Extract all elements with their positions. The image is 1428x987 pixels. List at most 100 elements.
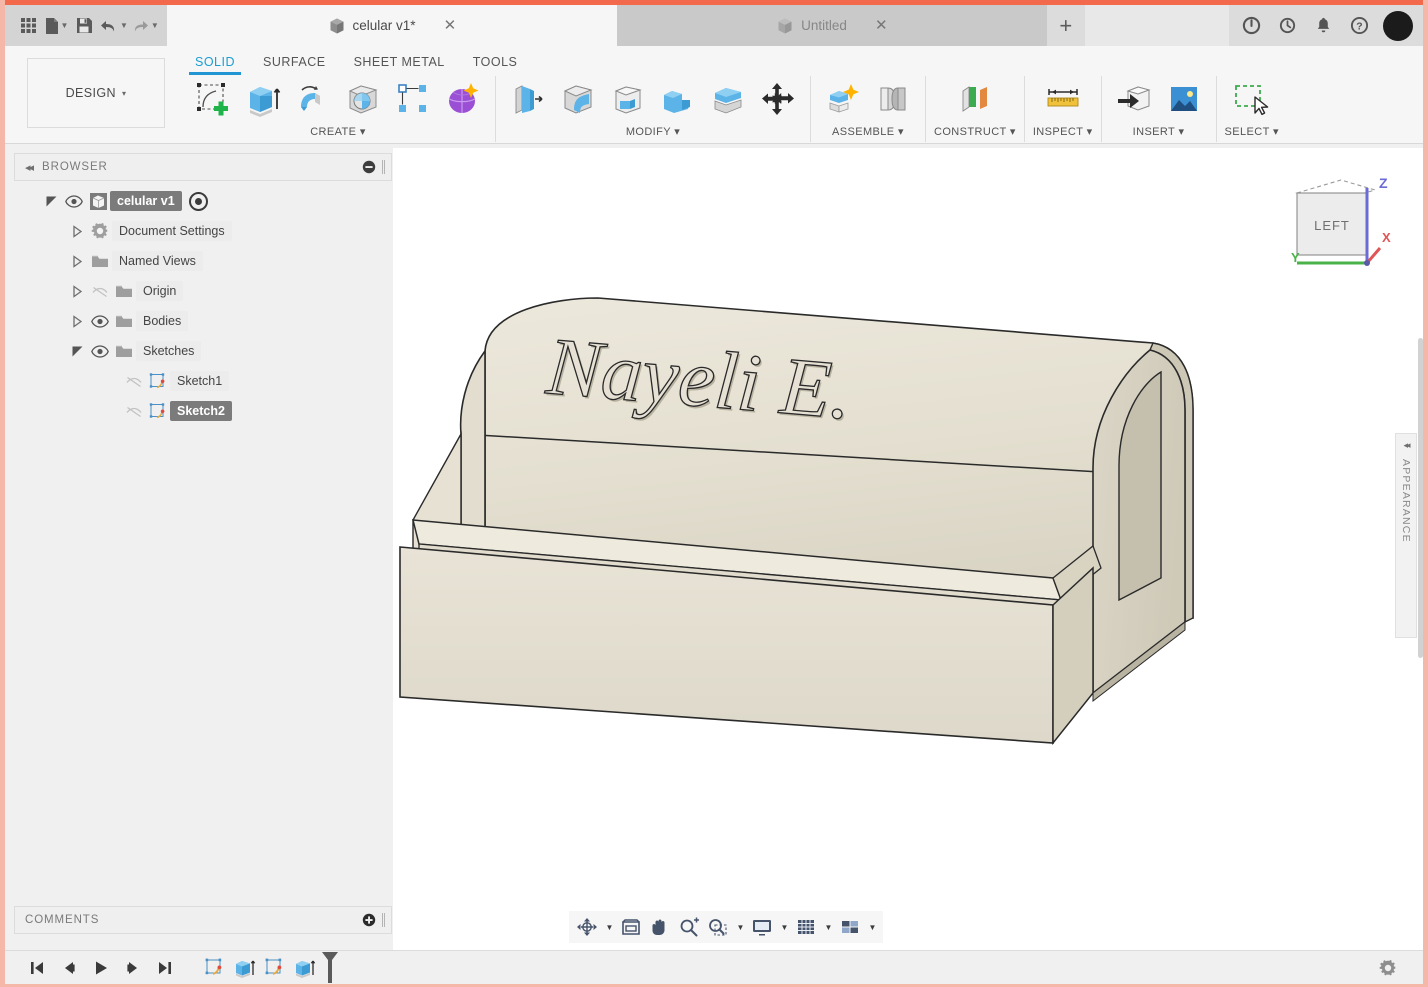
form-icon[interactable]: [439, 76, 487, 122]
document-tab-untitled[interactable]: Untitled ✕: [616, 5, 1047, 46]
grid-snaps-caret-icon[interactable]: ▼: [821, 913, 835, 941]
insert-derive-icon[interactable]: [1110, 76, 1158, 122]
job-status-icon[interactable]: [1235, 10, 1267, 42]
offset-plane-icon[interactable]: [951, 76, 999, 122]
zoom-window-icon[interactable]: [704, 913, 732, 941]
orbit-caret-icon[interactable]: ▼: [602, 913, 616, 941]
ribbon-panel-select-label[interactable]: SELECT ▾: [1225, 125, 1279, 138]
close-icon[interactable]: ✕: [444, 18, 457, 33]
tree-node-document-settings-label[interactable]: Document Settings: [112, 221, 232, 241]
expander-collapsed-icon[interactable]: [66, 254, 88, 268]
joint-icon[interactable]: [869, 76, 917, 122]
viewport-scrollbar[interactable]: [1417, 148, 1423, 950]
expander-collapsed-icon[interactable]: [66, 284, 88, 298]
ribbon-panel-inspect-label[interactable]: INSPECT ▾: [1033, 125, 1093, 138]
press-pull-icon[interactable]: [504, 76, 552, 122]
zoom-window-caret-icon[interactable]: ▼: [733, 913, 747, 941]
tree-node-named-views[interactable]: Named Views: [14, 246, 392, 276]
tree-node-named-views-label[interactable]: Named Views: [112, 251, 203, 271]
visibility-eye-hidden-icon[interactable]: [122, 405, 146, 418]
avatar[interactable]: [1383, 10, 1413, 41]
timeline-sketch1[interactable]: [201, 954, 229, 982]
viewport-scrollbar-thumb[interactable]: [1418, 338, 1423, 658]
new-file-icon[interactable]: ▼: [43, 11, 69, 41]
display-settings-icon[interactable]: [748, 913, 776, 941]
split-face-icon[interactable]: [704, 76, 752, 122]
collapse-icon[interactable]: ◂◂: [1403, 440, 1410, 451]
play-icon[interactable]: [87, 955, 115, 981]
tree-node-document-settings[interactable]: Document Settings: [14, 216, 392, 246]
tree-node-root[interactable]: celular v1: [14, 186, 392, 216]
display-settings-caret-icon[interactable]: ▼: [777, 913, 791, 941]
collapse-icon[interactable]: ◂◂: [25, 161, 34, 174]
step-forward-icon[interactable]: [119, 955, 147, 981]
expander-collapsed-icon[interactable]: [66, 224, 88, 238]
fit-icon[interactable]: [617, 913, 645, 941]
ribbon-panel-assemble-label[interactable]: ASSEMBLE ▾: [832, 125, 904, 138]
help-icon[interactable]: ?: [1343, 10, 1375, 42]
timeline-extrude2[interactable]: [291, 954, 319, 982]
create-sketch-icon[interactable]: [189, 76, 237, 122]
visibility-eye-hidden-icon[interactable]: [122, 375, 146, 388]
undo-caret-icon[interactable]: ▼: [120, 21, 128, 30]
tab-solid[interactable]: SOLID: [181, 50, 249, 77]
new-tab-icon[interactable]: +: [1046, 5, 1085, 46]
close-icon[interactable]: ✕: [875, 18, 888, 33]
appearance-panel-tab[interactable]: ◂◂ APPEARANCE: [1395, 433, 1417, 638]
insert-canvas-icon[interactable]: [1160, 76, 1208, 122]
visibility-eye-hidden-icon[interactable]: [88, 285, 112, 298]
tab-tools[interactable]: TOOLS: [459, 50, 532, 77]
expander-collapsed-icon[interactable]: [66, 314, 88, 328]
timeline-sketch2[interactable]: [261, 954, 289, 982]
visibility-eye-icon[interactable]: [88, 314, 112, 328]
rectangular-pattern-icon[interactable]: [389, 76, 437, 122]
undo-icon[interactable]: ▼: [99, 11, 128, 41]
ribbon-panel-construct-label[interactable]: CONSTRUCT ▾: [934, 125, 1016, 138]
gear-icon[interactable]: [1375, 955, 1401, 981]
grid-snaps-icon[interactable]: [792, 913, 820, 941]
view-cube[interactable]: LEFT Z Y X: [1283, 168, 1403, 273]
tree-node-origin[interactable]: Origin: [14, 276, 392, 306]
app-grid-icon[interactable]: [15, 11, 41, 41]
notifications-icon[interactable]: [1307, 10, 1339, 42]
step-back-icon[interactable]: [55, 955, 83, 981]
move-copy-icon[interactable]: [754, 76, 802, 122]
tree-node-sketch2[interactable]: Sketch2: [14, 396, 392, 426]
expander-expanded-icon[interactable]: [66, 345, 88, 358]
hole-icon[interactable]: [339, 76, 387, 122]
new-file-caret-icon[interactable]: ▼: [61, 21, 69, 30]
3d-viewport[interactable]: Nayeli E. Nayeli E. LEFT Z Y X ◂◂ APPEAR…: [393, 148, 1423, 950]
go-to-end-icon[interactable]: [151, 955, 179, 981]
ribbon-panel-insert-label[interactable]: INSERT ▾: [1133, 125, 1185, 138]
select-window-icon[interactable]: [1228, 76, 1276, 122]
tree-node-origin-label[interactable]: Origin: [136, 281, 184, 301]
viewports-caret-icon[interactable]: ▼: [865, 913, 879, 941]
viewports-icon[interactable]: [836, 913, 864, 941]
shell-icon[interactable]: [604, 76, 652, 122]
revolve-icon[interactable]: [289, 76, 337, 122]
fillet-icon[interactable]: [554, 76, 602, 122]
go-to-beginning-icon[interactable]: [23, 955, 51, 981]
timeline-extrude1[interactable]: [231, 954, 259, 982]
combine-icon[interactable]: [654, 76, 702, 122]
recent-activity-icon[interactable]: [1271, 10, 1303, 42]
ribbon-panel-create-label[interactable]: CREATE ▾: [310, 125, 366, 138]
visibility-eye-icon[interactable]: [62, 194, 86, 208]
redo-icon[interactable]: ▼: [130, 11, 159, 41]
orbit-icon[interactable]: [573, 913, 601, 941]
add-comment-icon[interactable]: [362, 913, 376, 927]
tree-node-bodies-label[interactable]: Bodies: [136, 311, 189, 331]
pan-icon[interactable]: [646, 913, 674, 941]
tree-node-sketches[interactable]: Sketches: [14, 336, 392, 366]
tree-node-sketch2-label[interactable]: Sketch2: [170, 401, 232, 421]
browser-resize-handle[interactable]: [382, 160, 385, 174]
measure-icon[interactable]: [1039, 76, 1087, 122]
activate-component-radio[interactable]: [188, 191, 208, 211]
tree-node-sketch1[interactable]: Sketch1: [14, 366, 392, 396]
tree-node-root-label[interactable]: celular v1: [110, 191, 182, 211]
model-phone-stand[interactable]: Nayeli E. Nayeli E.: [393, 148, 1423, 948]
workspace-switcher[interactable]: DESIGN ▾: [27, 58, 165, 128]
document-tab-celular[interactable]: celular v1* ✕: [166, 5, 617, 46]
tab-surface[interactable]: SURFACE: [249, 50, 340, 77]
tab-sheet-metal[interactable]: SHEET METAL: [340, 50, 459, 77]
